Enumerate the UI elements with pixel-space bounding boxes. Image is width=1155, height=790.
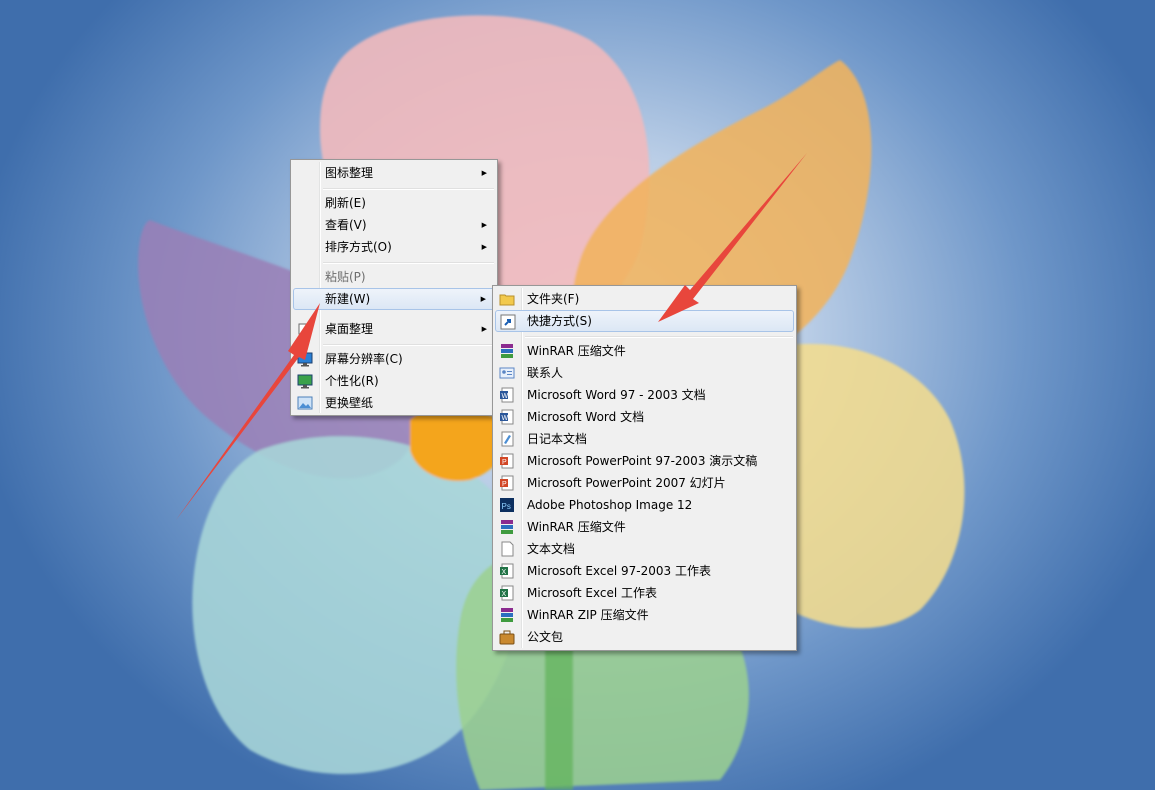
submenu-arrow-icon: ▶: [481, 221, 487, 229]
desktop-organize-icon: [297, 321, 313, 337]
menu-item-label: Adobe Photoshop Image 12: [527, 498, 693, 512]
winrar-icon: [499, 343, 515, 359]
menu-item-label: 排序方式(O): [325, 240, 392, 254]
new-text-doc-item[interactable]: 文本文档: [495, 538, 794, 560]
menu-item-icon-arrange[interactable]: 图标整理 ▶: [293, 162, 495, 184]
svg-text:Ps: Ps: [502, 502, 511, 511]
svg-text:P: P: [502, 481, 507, 488]
menu-item-paste[interactable]: 粘贴(P): [293, 266, 495, 288]
menu-separator: [525, 336, 793, 338]
menu-item-label: WinRAR 压缩文件: [527, 520, 626, 534]
menu-item-label: Microsoft PowerPoint 2007 幻灯片: [527, 476, 726, 490]
menu-item-label: 公文包: [527, 630, 564, 644]
new-winrar-zip-item[interactable]: WinRAR ZIP 压缩文件: [495, 604, 794, 626]
new-powerpoint97-item[interactable]: P Microsoft PowerPoint 97-2003 演示文稿: [495, 450, 794, 472]
svg-text:W: W: [502, 415, 509, 422]
new-shortcut-item[interactable]: 快捷方式(S): [495, 310, 794, 332]
menu-item-label: Microsoft Word 97 - 2003 文档: [527, 388, 706, 402]
new-folder-item[interactable]: 文件夹(F): [495, 288, 794, 310]
photoshop-icon: Ps: [499, 497, 515, 513]
submenu-arrow-icon: ▶: [481, 169, 487, 177]
svg-text:W: W: [502, 393, 509, 400]
new-powerpoint2007-item[interactable]: P Microsoft PowerPoint 2007 幻灯片: [495, 472, 794, 494]
menu-item-label: Microsoft Excel 工作表: [527, 586, 658, 600]
display-icon: [297, 351, 313, 367]
menu-item-sort-by[interactable]: 排序方式(O) ▶: [293, 236, 495, 258]
submenu-arrow-icon: ▶: [481, 325, 487, 333]
menu-item-label: 文本文档: [527, 542, 576, 556]
menu-item-label: 粘贴(P): [325, 270, 366, 284]
journal-icon: [499, 431, 515, 447]
new-excel97-item[interactable]: X Microsoft Excel 97-2003 工作表: [495, 560, 794, 582]
menu-item-change-wallpaper[interactable]: 更换壁纸: [293, 392, 495, 414]
menu-item-label: 刷新(E): [325, 196, 366, 210]
winrar-icon: [499, 519, 515, 535]
menu-item-label: 快捷方式(S): [527, 314, 592, 328]
menu-item-label: 日记本文档: [527, 432, 588, 446]
new-winrar-item-2[interactable]: WinRAR 压缩文件: [495, 516, 794, 538]
word-doc-icon: W: [499, 387, 515, 403]
new-winrar-item[interactable]: WinRAR 压缩文件: [495, 340, 794, 362]
menu-separator: [323, 262, 494, 264]
menu-item-label: Microsoft Word 文档: [527, 410, 645, 424]
text-doc-icon: [499, 541, 515, 557]
contact-icon: [499, 365, 515, 381]
menu-item-label: 桌面整理: [325, 322, 374, 336]
new-word97-item[interactable]: W Microsoft Word 97 - 2003 文档: [495, 384, 794, 406]
new-contact-item[interactable]: 联系人: [495, 362, 794, 384]
svg-text:X: X: [502, 569, 507, 576]
excel-icon: X: [499, 585, 515, 601]
menu-item-label: 个性化(R): [325, 374, 379, 388]
folder-icon: [499, 291, 515, 307]
new-excel-item[interactable]: X Microsoft Excel 工作表: [495, 582, 794, 604]
menu-separator: [323, 344, 494, 346]
menu-item-label: Microsoft PowerPoint 97-2003 演示文稿: [527, 454, 758, 468]
menu-item-desktop-organize[interactable]: 桌面整理 ▶: [293, 318, 495, 340]
winrar-zip-icon: [499, 607, 515, 623]
new-word-item[interactable]: W Microsoft Word 文档: [495, 406, 794, 428]
new-submenu: 文件夹(F) 快捷方式(S) WinRAR 压缩文件 联系人 W Microso…: [492, 285, 797, 651]
desktop-context-menu: 图标整理 ▶ 刷新(E) 查看(V) ▶ 排序方式(O) ▶ 粘贴(P) 新建(…: [290, 159, 498, 416]
briefcase-icon: [499, 629, 515, 645]
menu-item-personalize[interactable]: 个性化(R): [293, 370, 495, 392]
menu-item-label: WinRAR ZIP 压缩文件: [527, 608, 649, 622]
menu-item-label: Microsoft Excel 97-2003 工作表: [527, 564, 711, 578]
menu-item-refresh[interactable]: 刷新(E): [293, 192, 495, 214]
menu-item-label: 文件夹(F): [527, 292, 580, 306]
new-journal-item[interactable]: 日记本文档: [495, 428, 794, 450]
menu-item-label: 新建(W): [325, 292, 371, 306]
word-doc-icon: W: [499, 409, 515, 425]
wallpaper-icon: [297, 395, 313, 411]
new-photoshop-item[interactable]: Ps Adobe Photoshop Image 12: [495, 494, 794, 516]
personalize-icon: [297, 373, 313, 389]
menu-item-label: WinRAR 压缩文件: [527, 344, 626, 358]
svg-text:P: P: [502, 459, 507, 466]
menu-item-view[interactable]: 查看(V) ▶: [293, 214, 495, 236]
menu-item-new[interactable]: 新建(W) ▶: [293, 288, 495, 310]
menu-separator: [323, 188, 494, 190]
menu-item-label: 查看(V): [325, 218, 367, 232]
menu-item-label: 更换壁纸: [325, 396, 374, 410]
menu-item-label: 图标整理: [325, 166, 374, 180]
svg-text:X: X: [502, 591, 507, 598]
menu-item-screen-resolution[interactable]: 屏幕分辨率(C): [293, 348, 495, 370]
powerpoint-icon: P: [499, 453, 515, 469]
submenu-arrow-icon: ▶: [480, 295, 486, 303]
new-briefcase-item[interactable]: 公文包: [495, 626, 794, 648]
shortcut-icon: [500, 314, 516, 330]
menu-item-label: 联系人: [527, 366, 564, 380]
menu-item-label: 屏幕分辨率(C): [325, 352, 403, 366]
submenu-arrow-icon: ▶: [481, 243, 487, 251]
powerpoint-icon: P: [499, 475, 515, 491]
excel-icon: X: [499, 563, 515, 579]
